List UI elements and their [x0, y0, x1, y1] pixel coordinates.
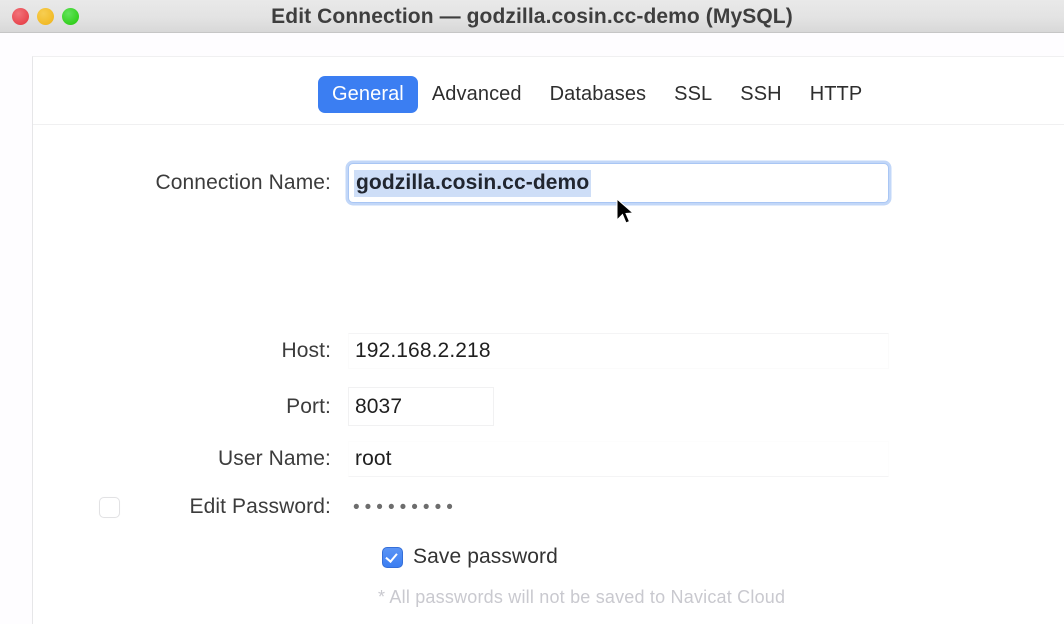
tab-advanced[interactable]: Advanced [418, 76, 536, 113]
host-input[interactable]: 192.168.2.218 [348, 333, 889, 369]
dialog-content-panel: General Advanced Databases SSL SSH HTTP … [32, 56, 1064, 624]
user-name-input[interactable]: root [348, 441, 889, 477]
password-masked-value: ••••••••• [353, 496, 458, 518]
port-label: Port: [286, 394, 331, 418]
password-cloud-footnote: * All passwords will not be saved to Nav… [378, 587, 786, 607]
save-password-row[interactable]: Save password [382, 545, 558, 569]
host-row: Host: 192.168.2.218 [99, 333, 889, 369]
tab-general[interactable]: General [318, 76, 418, 113]
host-value: 192.168.2.218 [355, 339, 491, 362]
save-password-label: Save password [413, 545, 558, 568]
window-titlebar[interactable]: Edit Connection — godzilla.cosin.cc-demo… [0, 0, 1064, 33]
port-row: Port: 8037 [99, 387, 494, 426]
port-value: 8037 [355, 394, 403, 418]
edit-password-row: Edit Password: ••••••••• [99, 495, 458, 519]
tab-ssl[interactable]: SSL [660, 76, 726, 113]
connection-name-label: Connection Name: [155, 171, 331, 194]
user-name-label: User Name: [217, 447, 331, 470]
user-name-value: root [355, 447, 392, 470]
tab-http[interactable]: HTTP [796, 76, 877, 113]
port-input[interactable]: 8037 [348, 387, 494, 426]
edit-connection-window: Edit Connection — godzilla.cosin.cc-demo… [0, 0, 1064, 624]
connection-name-value: godzilla.cosin.cc-demo [354, 169, 592, 197]
save-password-checkbox[interactable] [382, 546, 403, 568]
tab-list: General Advanced Databases SSL SSH HTTP [318, 76, 876, 113]
tab-ssh[interactable]: SSH [726, 76, 795, 113]
connection-name-row: Connection Name: godzilla.cosin.cc-demo [99, 163, 889, 203]
edit-password-checkbox[interactable] [99, 496, 120, 518]
host-label: Host: [281, 339, 331, 362]
connection-name-input[interactable]: godzilla.cosin.cc-demo [348, 163, 889, 203]
tab-bar: General Advanced Databases SSL SSH HTTP [33, 57, 1064, 125]
tab-databases[interactable]: Databases [536, 76, 661, 113]
edit-password-label: Edit Password: [189, 495, 331, 518]
user-name-row: User Name: root [99, 441, 889, 477]
window-title: Edit Connection — godzilla.cosin.cc-demo… [271, 5, 793, 28]
